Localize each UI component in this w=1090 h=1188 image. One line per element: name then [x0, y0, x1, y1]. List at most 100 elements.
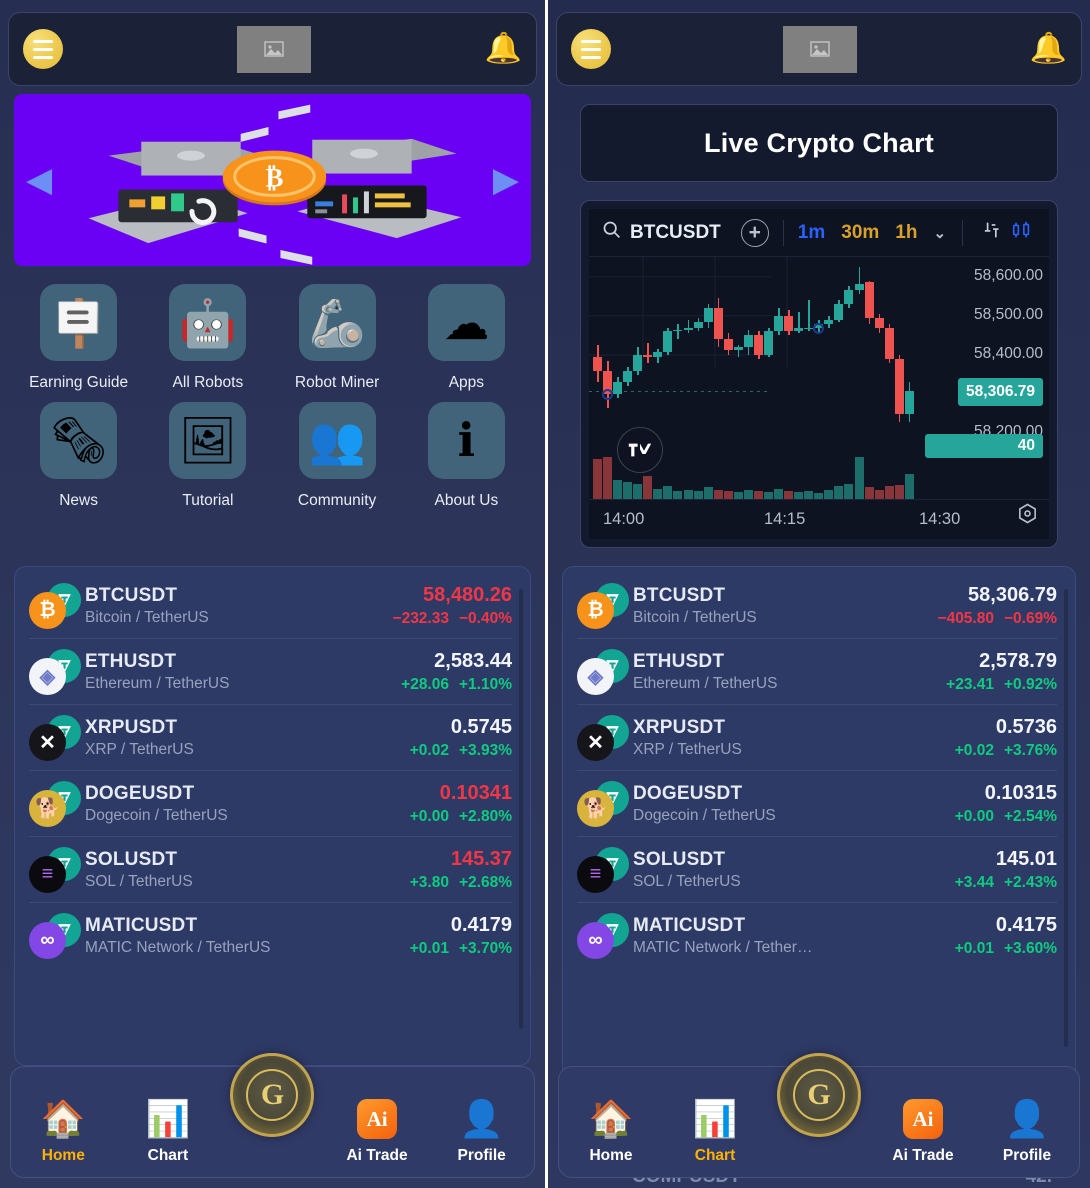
market-list-scrollbar[interactable] [519, 589, 523, 1029]
market-list[interactable]: ₿ BTCUSDT Bitcoin / TetherUS 58,306.79 −405.… [563, 567, 1075, 1083]
add-symbol-icon[interactable]: + [740, 218, 769, 247]
hamburger-menu-icon[interactable] [571, 29, 611, 69]
candle [834, 257, 844, 453]
tab-home[interactable]: 🏠 Home [18, 1097, 108, 1165]
search-icon[interactable] [601, 219, 622, 246]
row-change-abs: −405.80 [937, 610, 994, 627]
grid-item-all-robots[interactable]: 🤖 All Robots [143, 284, 272, 396]
avatar: ≡ [29, 847, 85, 893]
tab-profile[interactable]: 👤 Profile [437, 1097, 527, 1165]
gcoin-icon[interactable]: G [230, 1053, 315, 1137]
hamburger-menu-icon[interactable] [23, 29, 63, 69]
table-row[interactable]: ∞ MATICUSDT MATIC Network / Tether… 0.4175 +… [577, 903, 1057, 968]
gcoin-icon[interactable]: G [777, 1053, 861, 1137]
home-icon: 🏠 [588, 1098, 634, 1139]
table-row[interactable]: ≡ SOLUSDT SOL / TetherUS 145.01 +3.44 +2.43% [577, 837, 1057, 903]
candle [693, 257, 703, 453]
timeframe-1m[interactable]: 1m [798, 222, 825, 244]
grid-item-community[interactable]: 👥 Community [273, 401, 402, 514]
tab-ai-trade[interactable]: Ai Ai Trade [332, 1097, 422, 1165]
tradingview-logo-icon[interactable] [617, 427, 663, 473]
candlestick-style-icon[interactable] [1011, 219, 1033, 247]
volume-bar [794, 491, 804, 499]
coin-icon: ≡ [577, 856, 614, 893]
row-change-pct: +0.92% [1003, 676, 1057, 693]
row-ticker: XRPUSDT [85, 717, 178, 738]
bell-icon[interactable]: 🔔 [1030, 34, 1067, 64]
row-change-pct: +2.54% [1003, 808, 1057, 825]
table-row[interactable]: ◈ ETHUSDT Ethereum / TetherUS 2,583.44 +28.0… [29, 639, 512, 705]
row-change-abs: +28.06 [401, 676, 449, 693]
timeframe-30m[interactable]: 30m [841, 222, 879, 244]
grid-item-about-us[interactable]: ℹ About Us [402, 401, 531, 514]
table-row[interactable]: 🐕 DOGEUSDT Dogecoin / TetherUS 0.10341 +0.00… [29, 771, 512, 837]
timeframe-1h[interactable]: 1h [895, 222, 917, 244]
chart-symbol[interactable]: BTCUSDT [630, 222, 721, 244]
grid-item-news[interactable]: 🗞 News [14, 401, 143, 514]
tab-profile[interactable]: 👤 Profile [982, 1097, 1072, 1165]
tab-home[interactable]: 🏠 Home [566, 1097, 656, 1165]
carousel-prev-arrow[interactable]: ◀ [26, 163, 52, 197]
grid-item-robot-miner[interactable]: 🦾 Robot Miner [273, 284, 402, 396]
tab-chart[interactable]: 📊 Chart [670, 1097, 760, 1165]
candle [854, 257, 864, 453]
bell-icon[interactable]: 🔔 [485, 34, 522, 64]
grid-item-tutorial[interactable]: 🖼 Tutorial [143, 401, 272, 514]
row-ticker: DOGEUSDT [85, 783, 195, 804]
phone-chart-screen: 🔔 Live Crypto Chart BTCUSDT + 1m 30m 1h … [545, 0, 1090, 1188]
row-pair: Ethereum / TetherUS [633, 675, 778, 692]
table-row[interactable]: 🐕 DOGEUSDT Dogecoin / TetherUS 0.10315 +0.00… [577, 771, 1057, 837]
table-row[interactable]: ∞ MATICUSDT MATIC Network / TetherUS 0.4179… [29, 903, 512, 968]
chart-settings-icon[interactable] [1016, 502, 1039, 530]
indicator-settings-icon[interactable] [983, 219, 1005, 247]
carousel-next-arrow[interactable]: ▶ [493, 163, 519, 197]
table-row[interactable]: ≡ SOLUSDT SOL / TetherUS 145.37 +3.80 +2.68% [29, 837, 512, 903]
all-robots-icon: 🤖 [169, 284, 247, 361]
row-change-pct: +3.76% [1003, 742, 1057, 759]
tradingview-widget[interactable]: BTCUSDT + 1m 30m 1h ⌄ 58,600.00 58,500.0… [589, 209, 1049, 539]
price-scale[interactable]: 58,600.00 58,500.00 58,400.00 58,200.00 58,3… [925, 257, 1049, 499]
grid-item-label: About Us [434, 491, 499, 509]
row-ticker: ETHUSDT [85, 651, 177, 672]
candle [814, 257, 824, 453]
grid-item-label: Tutorial [182, 491, 234, 509]
grid-item-apps[interactable]: ☁ Apps [402, 284, 531, 396]
tab-chart[interactable]: 📊 Chart [123, 1097, 213, 1165]
time-axis: 14:00 14:15 14:30 [589, 499, 1049, 539]
volume-bar [804, 490, 814, 499]
avatar: ≡ [577, 847, 633, 893]
row-change-pct: +2.43% [1003, 874, 1057, 891]
table-row[interactable]: ₿ BTCUSDT Bitcoin / TetherUS 58,480.26 −232.… [29, 573, 512, 639]
volume-bar [764, 491, 773, 499]
candle [784, 257, 794, 453]
candle [884, 257, 894, 453]
chart-plot-area[interactable]: 58,600.00 58,500.00 58,400.00 58,200.00 58,3… [589, 257, 1049, 539]
volume-bar [864, 487, 874, 499]
row-change-pct: +3.60% [1003, 940, 1057, 957]
row-price: 0.10315 [984, 782, 1057, 804]
price-tick: 58,400.00 [974, 345, 1043, 362]
candle [844, 257, 854, 453]
row-change-pct: +3.70% [458, 940, 512, 957]
bottom-tab-bar: 🏠 Home 📊 Chart G Ai Ai Trade 👤 Profile [558, 1053, 1080, 1178]
chevron-down-icon[interactable]: ⌄ [933, 224, 946, 242]
avatar: 🐕 [577, 781, 633, 827]
market-list-scrollbar[interactable] [1064, 589, 1068, 1047]
tab-ai-trade[interactable]: Ai Ai Trade [878, 1097, 968, 1165]
market-list[interactable]: ₿ BTCUSDT Bitcoin / TetherUS 58,480.26 −232.… [15, 567, 530, 1065]
table-row[interactable]: ◈ ETHUSDT Ethereum / TetherUS 2,578.79 +23.4… [577, 639, 1057, 705]
table-row[interactable]: ✕ XRPUSDT XRP / TetherUS 0.5745 +0.02 +3.93% [29, 705, 512, 771]
candle [723, 257, 733, 453]
promo-banner-carousel[interactable]: ₿ ◀ ▶ [14, 94, 531, 266]
row-change: +0.01 +3.60% [955, 940, 1057, 958]
table-row[interactable]: ₿ BTCUSDT Bitcoin / TetherUS 58,306.79 −405.… [577, 573, 1057, 639]
row-change-abs: +23.41 [946, 676, 994, 693]
volume-bar [743, 489, 753, 499]
table-row[interactable]: ✕ XRPUSDT XRP / TetherUS 0.5736 +0.02 +3.76% [577, 705, 1057, 771]
profile-icon: 👤 [459, 1098, 505, 1139]
grid-item-earning-guide[interactable]: 🪧 Earning Guide [14, 284, 143, 396]
volume-bar [834, 486, 844, 499]
row-ticker: MATICUSDT [633, 915, 746, 936]
row-change-abs: +3.80 [409, 874, 449, 891]
coin-icon: ∞ [29, 922, 66, 959]
